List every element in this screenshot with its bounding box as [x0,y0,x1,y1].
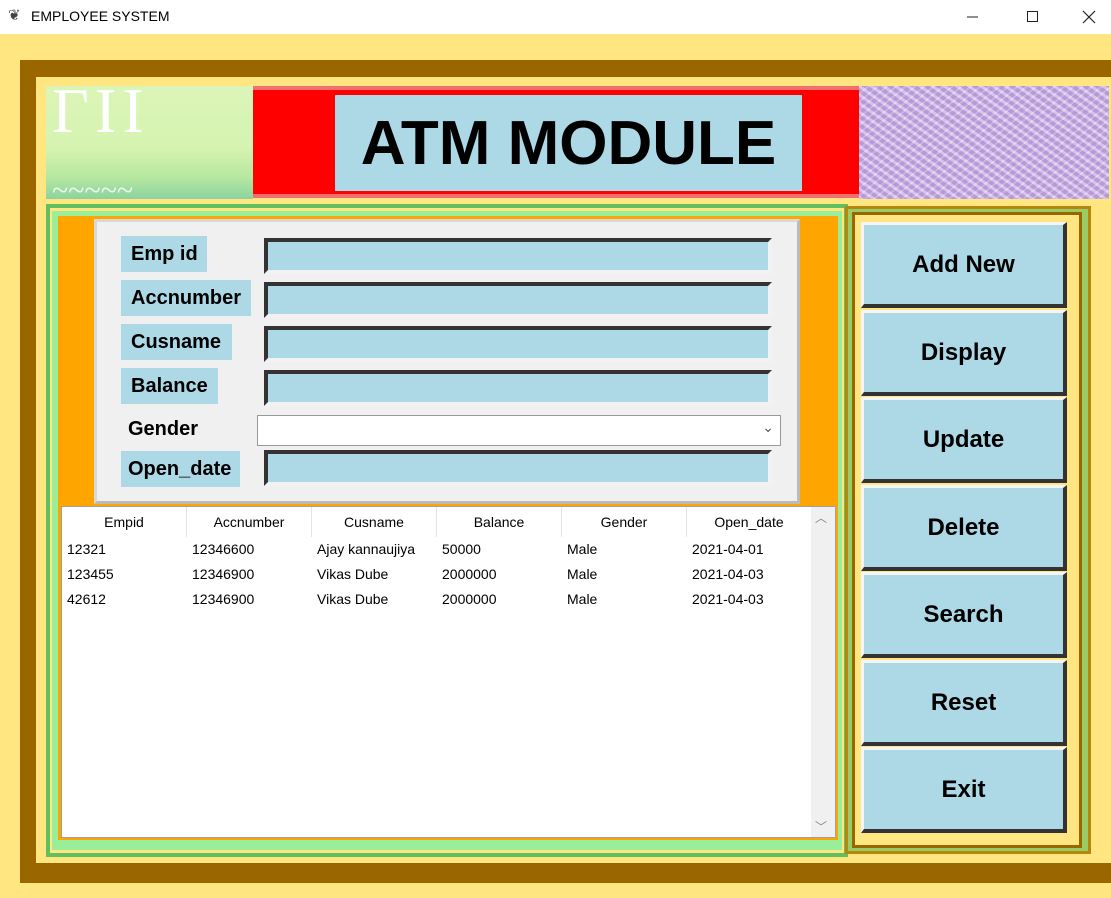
accnumber-label: Accnumber [121,280,251,316]
table-cell: Male [567,591,598,607]
accnumber-input[interactable] [264,282,772,318]
add-new-button[interactable]: Add New [861,222,1067,308]
table-cell: Male [567,566,598,582]
table-cell: 2021-04-03 [692,566,764,582]
header-left-image-overlay: ΓΙΙ [52,86,150,146]
table-cell: 12346900 [192,591,255,607]
table-cell: Male [567,541,598,557]
table-cell: 42612 [67,591,106,607]
maximize-button[interactable] [1010,0,1056,34]
close-icon [1082,10,1096,24]
header-left-image-overlay-2: ~~~~~ [52,174,134,199]
balance-label: Balance [121,368,218,404]
search-button[interactable]: Search [861,572,1067,658]
table-cell: 2021-04-03 [692,591,764,607]
gender-combobox[interactable]: ⌄ [257,415,781,446]
feather-icon: ❦ [8,6,21,24]
update-button[interactable]: Update [861,397,1067,483]
table-cell: 12346900 [192,566,255,582]
open-date-label: Open_date [121,451,240,487]
cusname-label: Cusname [121,324,232,360]
empid-label: Emp id [121,236,207,272]
minimize-icon [967,16,978,18]
table-cell: 50000 [442,541,481,557]
table-cell: Vikas Dube [317,566,389,582]
table-cell: 12346600 [192,541,255,557]
minimize-button[interactable] [950,0,996,34]
table-cell: 2000000 [442,591,497,607]
column-header-balance[interactable]: Balance [437,507,562,537]
column-header-empid[interactable]: Empid [62,507,187,537]
table-cell: 12321 [67,541,106,557]
open-date-input[interactable] [264,450,772,486]
table-cell: 2000000 [442,566,497,582]
empid-input[interactable] [264,238,772,274]
table-cell: 123455 [67,566,114,582]
balance-input[interactable] [264,370,772,406]
window-title: EMPLOYEE SYSTEM [31,8,170,24]
gender-label: Gender [119,411,207,447]
table-cell: Ajay kannaujiya [317,541,416,557]
scroll-up-icon[interactable]: ︿ [815,509,827,526]
table-cell: Vikas Dube [317,591,389,607]
reset-button[interactable]: Reset [861,660,1067,746]
column-header-open-date[interactable]: Open_date [687,507,812,537]
header-left-image: ΓΙΙ ~~~~~ [46,86,253,199]
column-header-gender[interactable]: Gender [562,507,687,537]
column-header-cusname[interactable]: Cusname [312,507,437,537]
page-title-box: ATM MODULE [335,95,802,191]
chevron-down-icon[interactable]: ⌄ [762,420,774,436]
table-cell: 2021-04-01 [692,541,764,557]
column-header-accnumber[interactable]: Accnumber [187,507,312,537]
exit-button[interactable]: Exit [861,747,1067,833]
maximize-icon [1027,11,1038,22]
records-table[interactable]: Empid Accnumber Cusname Balance Gender O… [61,506,836,838]
close-button[interactable] [1066,0,1111,34]
display-button[interactable]: Display [861,310,1067,396]
cusname-input[interactable] [264,326,772,362]
vertical-scrollbar[interactable]: ︿ ﹀ [811,507,835,837]
scroll-down-icon[interactable]: ﹀ [815,818,827,835]
header-right-image [859,86,1109,199]
delete-button[interactable]: Delete [861,485,1067,571]
page-title: ATM MODULE [360,108,777,178]
